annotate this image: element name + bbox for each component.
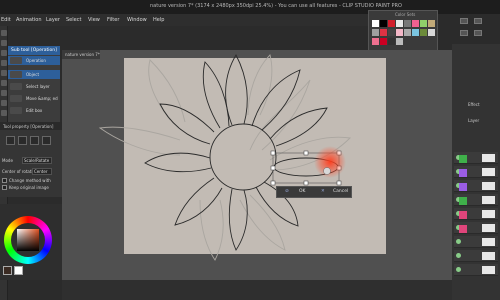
eye-icon[interactable] (456, 267, 461, 272)
layer-thumbnail (482, 168, 495, 176)
eye-icon[interactable] (456, 253, 461, 258)
app-window: nature version 7* (3174 x 2480px 350dpi … (0, 0, 500, 300)
petal (159, 103, 215, 145)
transform-confirm-bar: ⊘ OK ✕ Cancel (276, 186, 352, 198)
layer-thumbnail (482, 224, 495, 232)
layer-property-title: Effect (468, 102, 480, 107)
petal (144, 152, 212, 173)
petal (228, 188, 248, 251)
petal (202, 61, 230, 129)
transform-handle[interactable] (303, 150, 309, 156)
cancel-icon: ✕ (321, 189, 325, 194)
status-bar (62, 280, 452, 300)
faint-petal (98, 126, 181, 156)
layer-row[interactable] (454, 236, 498, 248)
layer-color-tag (459, 169, 467, 177)
faint-petal (199, 199, 224, 261)
flower-sketch (98, 54, 351, 261)
eye-icon[interactable] (456, 239, 461, 244)
faint-petal (148, 59, 186, 123)
transform-handle[interactable] (270, 165, 276, 171)
layer-thumbnail (482, 154, 495, 162)
layer-color-tag (459, 183, 467, 191)
ok-icon: ⊘ (285, 189, 289, 194)
layer-thumbnail (482, 238, 495, 246)
petal (251, 69, 301, 131)
layer-thumbnail (482, 210, 495, 218)
ok-button[interactable]: OK (299, 189, 306, 194)
layer-color-tag (459, 197, 467, 205)
layer-color-tag (459, 225, 467, 233)
petal (174, 177, 223, 226)
layer-thumbnail (482, 266, 495, 274)
layer-panel-title: Layer (468, 118, 480, 123)
transform-handle[interactable] (270, 150, 276, 156)
layer-color-tag (459, 155, 467, 163)
cursor-icon (323, 167, 331, 175)
layer-thumbnail (482, 252, 495, 260)
petal (269, 107, 328, 147)
transform-handle[interactable] (270, 180, 276, 186)
cancel-button[interactable]: Cancel (333, 189, 348, 194)
transform-handle[interactable] (336, 180, 342, 186)
petal (225, 54, 248, 126)
layer-thumbnail (482, 196, 495, 204)
flower-center (209, 123, 277, 191)
layer-row[interactable] (454, 250, 498, 262)
layer-thumbnail (482, 182, 495, 190)
layer-row[interactable] (454, 264, 498, 276)
layer-color-tag (459, 211, 467, 219)
transform-handle[interactable] (303, 180, 309, 186)
